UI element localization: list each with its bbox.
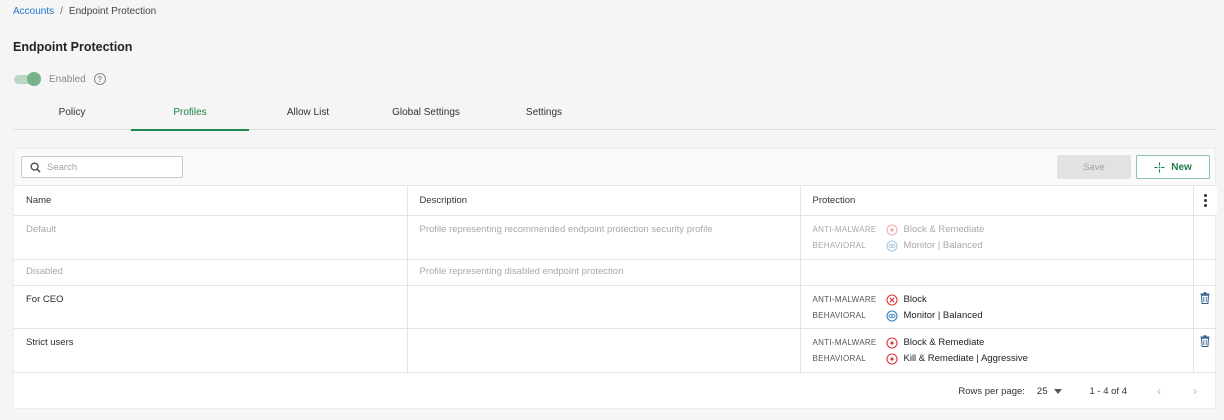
enabled-label: Enabled [49,73,86,85]
cell-actions [1193,285,1217,329]
breadcrumb-separator: / [60,6,63,17]
protection-value: Monitor | Balanced [903,310,983,321]
protection-value: Kill & Remediate | Aggressive [903,353,1028,364]
enabled-toggle[interactable] [13,72,41,86]
table-header-row: Name Description Protection [14,185,1217,216]
protection-label: BEHAVIORAL [812,354,867,363]
rows-per-page-label: Rows per page: [958,385,1025,397]
protection-label: ANTI-MALWARE [812,225,877,234]
target-remediate-icon [885,336,898,349]
pagination-footer: Rows per page: 25 1 - 4 of 4 ‹ › [14,372,1215,410]
toggle-knob [27,72,41,86]
table-row[interactable]: For CEO ANTI-MALWARE Block BEHAVIORAL Mo… [14,285,1217,329]
tab-policy[interactable]: Policy [13,94,131,130]
rows-per-page-value: 25 [1036,385,1048,397]
tab-settings[interactable]: Settings [485,94,603,130]
protection-label: BEHAVIORAL [812,311,867,320]
table-row[interactable]: Disabled Profile representing disabled e… [14,259,1217,286]
cell-actions [1193,328,1217,373]
cell-name: Disabled [14,259,408,286]
protection-line: ANTI-MALWARE Block [813,292,1193,307]
column-header-name[interactable]: Name [14,185,408,216]
cell-protection [800,259,1194,286]
page-title: Endpoint Protection [13,40,133,54]
sparkle-plus-icon [1154,161,1165,173]
search-icon [30,161,41,173]
column-menu[interactable] [1193,185,1217,216]
chevron-left-icon[interactable]: ‹ [1153,384,1165,398]
protection-line: ANTI-MALWARE Block & Remediate [813,335,1193,350]
help-icon[interactable]: ? [93,73,106,85]
search-box[interactable] [21,156,183,178]
enabled-toggle-row: Enabled ? [13,72,106,86]
protection-value: Block [903,294,927,305]
block-x-icon [885,293,898,306]
cell-protection: ANTI-MALWARE Block & Remediate BEHAVIORA… [800,328,1194,373]
cell-description [407,285,801,329]
table-toolbar: Save New [14,149,1215,185]
cell-protection: ANTI-MALWARE Block BEHAVIORAL Monitor | … [800,285,1194,329]
protection-label: ANTI-MALWARE [812,295,877,304]
tab-global-settings[interactable]: Global Settings [367,94,485,130]
chevron-right-icon[interactable]: › [1189,384,1201,398]
protection-value: Monitor | Balanced [903,240,983,251]
cell-protection: ANTI-MALWARE Block & Remediate BEHAVIORA… [800,215,1194,260]
trash-icon[interactable] [1200,292,1210,304]
table-row[interactable]: Default Profile representing recommended… [14,215,1217,260]
kebab-menu-icon[interactable] [1203,194,1207,207]
cell-name: For CEO [14,285,408,329]
trash-icon[interactable] [1200,335,1210,347]
breadcrumb-current: Endpoint Protection [68,6,157,17]
protection-line: ANTI-MALWARE Block & Remediate [813,222,1193,237]
table-row[interactable]: Strict users ANTI-MALWARE Block & Remedi… [14,328,1217,373]
tab-profiles[interactable]: Profiles [131,94,249,131]
cell-actions [1193,215,1217,260]
protection-value: Block & Remediate [903,337,985,348]
breadcrumb-accounts-link[interactable]: Accounts [13,6,54,17]
save-button[interactable]: Save [1057,155,1131,179]
protection-line: BEHAVIORAL Kill & Remediate | Aggressive [813,351,1193,366]
target-remediate-icon [886,224,897,235]
protection-line: BEHAVIORAL Monitor | Balanced [813,238,1193,253]
caret-down-icon [1053,388,1062,394]
cell-description: Profile representing disabled endpoint p… [407,259,801,286]
target-remediate-icon [885,352,898,365]
protection-line: BEHAVIORAL Monitor | Balanced [813,308,1193,323]
protection-label: ANTI-MALWARE [812,338,877,347]
eye-monitor-icon [885,309,898,322]
protection-value: Block & Remediate [903,224,985,235]
cell-description [407,328,801,373]
eye-monitor-icon [886,240,897,251]
tab-allow-list[interactable]: Allow List [249,94,367,130]
protection-label: BEHAVIORAL [812,241,867,250]
new-button-label: New [1171,161,1192,173]
cell-description: Profile representing recommended endpoin… [407,215,801,260]
profiles-table: Name Description Protection Default Prof… [14,185,1217,373]
new-button[interactable]: New [1136,155,1210,179]
cell-name: Strict users [14,328,408,373]
rows-per-page-select[interactable]: 25 [1037,386,1062,397]
column-header-protection[interactable]: Protection [800,185,1194,216]
search-input[interactable] [47,161,167,173]
cell-name: Default [14,215,408,260]
column-header-description[interactable]: Description [407,185,801,216]
pagination-range: 1 - 4 of 4 [1089,385,1128,397]
breadcrumb: Accounts / Endpoint Protection [13,6,156,17]
tab-bar: Policy Profiles Allow List Global Settin… [13,94,1215,131]
cell-actions [1193,259,1217,286]
profiles-panel: Save New Name Description Protection Def… [13,148,1217,410]
